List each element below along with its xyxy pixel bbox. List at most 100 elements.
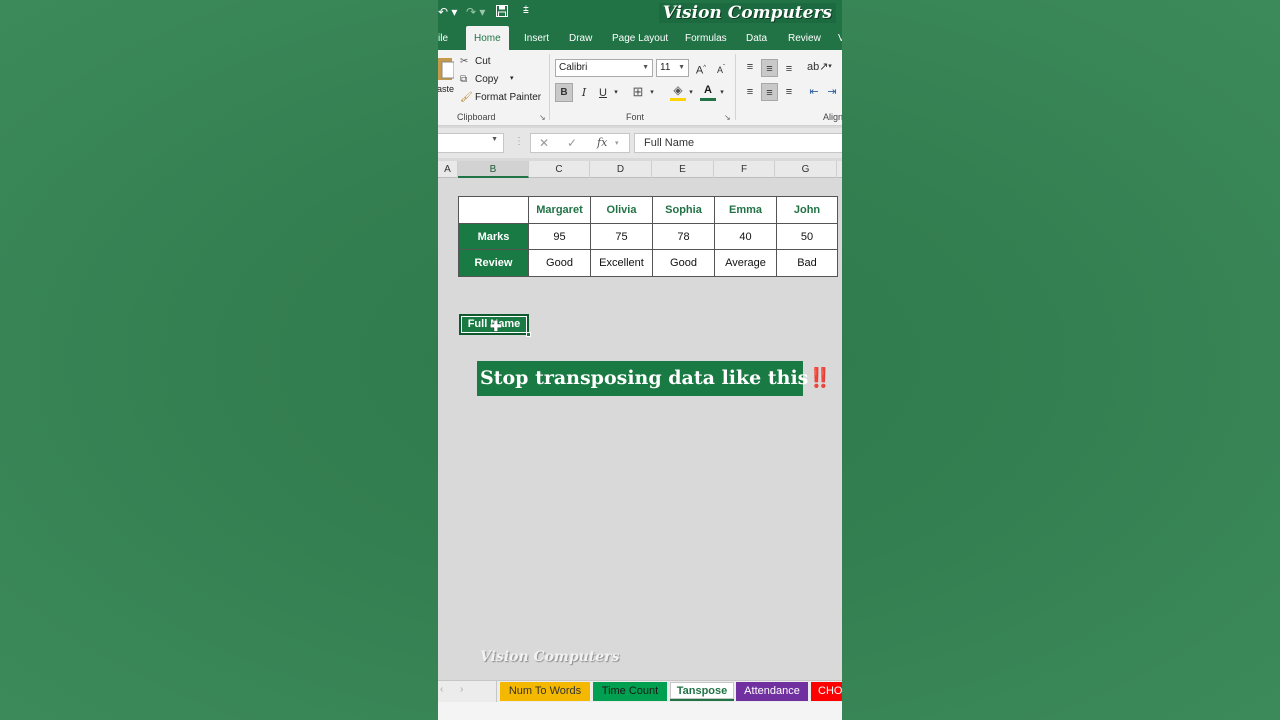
more-icon: ⋮	[514, 136, 524, 147]
row-label-cell[interactable]: Review	[458, 249, 529, 278]
chevron-down-icon[interactable]: ▾	[825, 58, 835, 76]
name-header-cell[interactable]: Olivia	[590, 196, 653, 224]
column-header-f[interactable]: F	[714, 161, 775, 178]
name-box[interactable]: ▼	[438, 133, 504, 153]
tab-home[interactable]: Home	[466, 26, 509, 50]
sheet-tab-tanspose[interactable]: Tanspose	[670, 682, 734, 701]
font-group-label: Font	[626, 112, 645, 122]
column-header-a[interactable]: A	[438, 161, 458, 178]
customize-qat-icon[interactable]: ⩲	[523, 5, 529, 16]
table-cell[interactable]: 40	[714, 222, 777, 251]
sheet-tab-bar: ‹ › Num To Words Time Count Tanspose Att…	[438, 680, 842, 702]
table-cell[interactable]: Good	[528, 249, 591, 278]
align-center-icon[interactable]: ≡	[761, 83, 778, 101]
tab-draw[interactable]: Draw	[569, 26, 592, 50]
cut-button[interactable]: ✂ Cut	[460, 56, 520, 70]
chevron-down-icon[interactable]: ▾	[686, 84, 696, 102]
sheet-tab-num-to-words[interactable]: Num To Words	[500, 682, 590, 701]
column-header-d[interactable]: D	[590, 161, 652, 178]
undo-icon[interactable]: ↶ ▾	[438, 5, 457, 19]
table-header-row: Margaret Olivia Sophia Emma John	[458, 196, 838, 224]
tab-page-layout[interactable]: Page Layout	[612, 26, 668, 50]
format-painter-button[interactable]: 🖌 Format Painter	[460, 92, 548, 106]
font-family-select[interactable]: Calibri ▼	[555, 59, 653, 77]
font-color-button[interactable]: A	[700, 83, 716, 101]
scroll-right-icon[interactable]: ›	[460, 684, 463, 695]
chevron-down-icon[interactable]: ▾	[647, 84, 657, 102]
paintbrush-icon: 🖌	[460, 92, 473, 103]
sheet-tab-time-count[interactable]: Time Count	[593, 682, 667, 701]
scroll-left-icon[interactable]: ‹	[440, 684, 443, 695]
orientation-icon[interactable]: ab↗	[807, 58, 828, 76]
fill-color-icon[interactable]: ◈	[670, 83, 686, 101]
table-cell[interactable]: 50	[776, 222, 838, 251]
decrease-indent-icon[interactable]: ⇤	[806, 83, 822, 101]
align-right-icon[interactable]: ≡	[782, 83, 796, 101]
tab-file[interactable]: ile	[438, 26, 448, 50]
group-divider	[735, 54, 736, 120]
formula-input[interactable]: Full Name	[634, 133, 842, 153]
cut-label: Cut	[475, 56, 491, 67]
insert-function-icon[interactable]: fx	[597, 136, 607, 149]
table-cell[interactable]: Good	[652, 249, 715, 278]
tab-view[interactable]: V	[838, 26, 842, 50]
increase-indent-icon[interactable]: ⇥	[824, 83, 840, 101]
group-divider	[549, 54, 550, 120]
font-size-select[interactable]: 11 ▼	[656, 59, 689, 77]
name-header-cell[interactable]: Sophia	[652, 196, 715, 224]
table-cell[interactable]: 75	[590, 222, 653, 251]
column-header-c[interactable]: C	[529, 161, 590, 178]
table-cell[interactable]: Bad	[776, 249, 838, 278]
column-header-b[interactable]: B	[458, 161, 529, 178]
paste-icon	[438, 58, 455, 80]
chevron-down-icon[interactable]: ▾	[611, 84, 621, 102]
save-icon[interactable]	[496, 5, 508, 20]
ribbon-tab-bar: ile Home Insert Draw Page Layout Formula…	[438, 26, 842, 50]
underline-button[interactable]: U	[596, 84, 610, 102]
name-header-cell[interactable]: Margaret	[528, 196, 591, 224]
tab-insert[interactable]: Insert	[524, 26, 549, 50]
redo-icon[interactable]: ↷ ▾	[466, 5, 485, 19]
table-cell[interactable]: 78	[652, 222, 715, 251]
fill-handle[interactable]	[526, 332, 531, 337]
bold-button[interactable]: B	[555, 83, 573, 102]
formula-buttons: ✕ ✓ fx ▾	[530, 133, 630, 153]
title-bar: ↶ ▾ ↷ ▾ ⩲ Vision Computers	[438, 0, 842, 26]
align-bottom-icon[interactable]: ≡	[782, 60, 796, 78]
watermark: Vision Computers	[480, 649, 620, 665]
table-corner-cell[interactable]	[458, 196, 529, 224]
column-header-e[interactable]: E	[652, 161, 714, 178]
name-header-cell[interactable]: Emma	[714, 196, 777, 224]
copy-icon: ⧉	[460, 74, 468, 85]
column-header-g[interactable]: G	[775, 161, 837, 178]
formula-bar: ▼ ⋮ ✕ ✓ fx ▾ Full Name	[438, 128, 842, 158]
decrease-font-size-icon[interactable]: Aˇ	[714, 59, 728, 79]
align-top-icon[interactable]: ≡	[743, 58, 757, 76]
italic-button[interactable]: I	[577, 84, 591, 102]
format-painter-label: Format Painter	[475, 92, 542, 103]
align-left-icon[interactable]: ≡	[743, 83, 757, 101]
copy-button[interactable]: ⧉ Copy ▾	[460, 74, 530, 88]
paste-button[interactable]: aste	[438, 56, 455, 104]
increase-font-size-icon[interactable]: A^	[694, 59, 708, 80]
table-cell[interactable]: Average	[714, 249, 777, 278]
alignment-group-label: Align	[823, 112, 842, 122]
align-middle-icon[interactable]: ≡	[761, 59, 778, 77]
name-header-cell[interactable]: John	[776, 196, 838, 224]
tab-formulas[interactable]: Formulas	[685, 26, 727, 50]
dialog-launcher-icon[interactable]: ↘	[724, 113, 731, 122]
dialog-launcher-icon[interactable]: ↘	[539, 113, 546, 122]
cancel-icon[interactable]: ✕	[539, 136, 549, 150]
borders-icon[interactable]: ⊞	[630, 83, 646, 101]
enter-icon[interactable]: ✓	[567, 136, 577, 150]
sheet-tab-cho[interactable]: CHO	[811, 682, 842, 701]
tab-data[interactable]: Data	[746, 26, 767, 50]
chevron-down-icon[interactable]: ▾	[717, 84, 727, 102]
table-cell[interactable]: 95	[528, 222, 591, 251]
table-cell[interactable]: Excellent	[590, 249, 653, 278]
excel-window: ↶ ▾ ↷ ▾ ⩲ Vision Computers ile Home Inse…	[438, 0, 842, 720]
chevron-down-icon: ▾	[615, 140, 619, 147]
tab-review[interactable]: Review	[788, 26, 821, 50]
sheet-tab-attendance[interactable]: Attendance	[736, 682, 808, 701]
row-label-cell[interactable]: Marks	[458, 222, 529, 251]
